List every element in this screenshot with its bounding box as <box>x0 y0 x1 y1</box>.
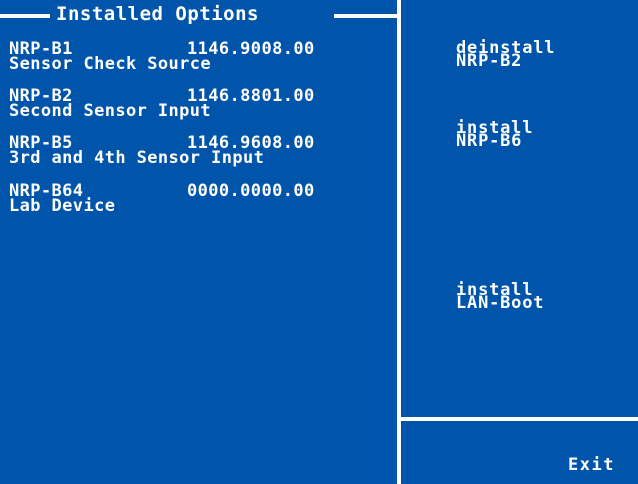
page-title: Installed Options <box>56 3 259 25</box>
option-item: NRP-B5 1146.9608.00 3rd and 4th Sensor In… <box>9 135 394 168</box>
device-screen: Installed Options NRP-B1 1146.9008.00 Sen… <box>0 0 638 484</box>
deinstall-nrp-b2-button[interactable]: deinstall NRP-B2 <box>456 40 555 70</box>
option-item: NRP-B2 1146.8801.00 Second Sensor Input <box>9 88 394 121</box>
option-item: NRP-B1 1146.9008.00 Sensor Check Source <box>9 41 394 74</box>
option-item: NRP-B64 0000.0000.00 Lab Device <box>9 181 394 216</box>
header-line-right <box>334 14 397 18</box>
exit-button[interactable]: Exit <box>568 457 615 474</box>
option-code: 0000.0000.00 <box>187 181 315 201</box>
header-line-left <box>0 14 50 18</box>
panel-divider-horizontal <box>401 417 638 421</box>
softkey-line2: NRP-B6 <box>456 131 523 151</box>
install-nrp-b6-button[interactable]: install NRP-B6 <box>456 120 533 151</box>
panel-divider-vertical <box>397 0 401 484</box>
option-description: Lab Device <box>9 196 116 216</box>
option-description: 3rd and 4th Sensor Input <box>9 148 265 168</box>
install-lan-boot-button[interactable]: install LAN-Boot <box>456 282 545 313</box>
option-description: Sensor Check Source <box>9 54 212 74</box>
option-description: Second Sensor Input <box>9 101 212 121</box>
softkey-line2: LAN-Boot <box>456 293 545 313</box>
